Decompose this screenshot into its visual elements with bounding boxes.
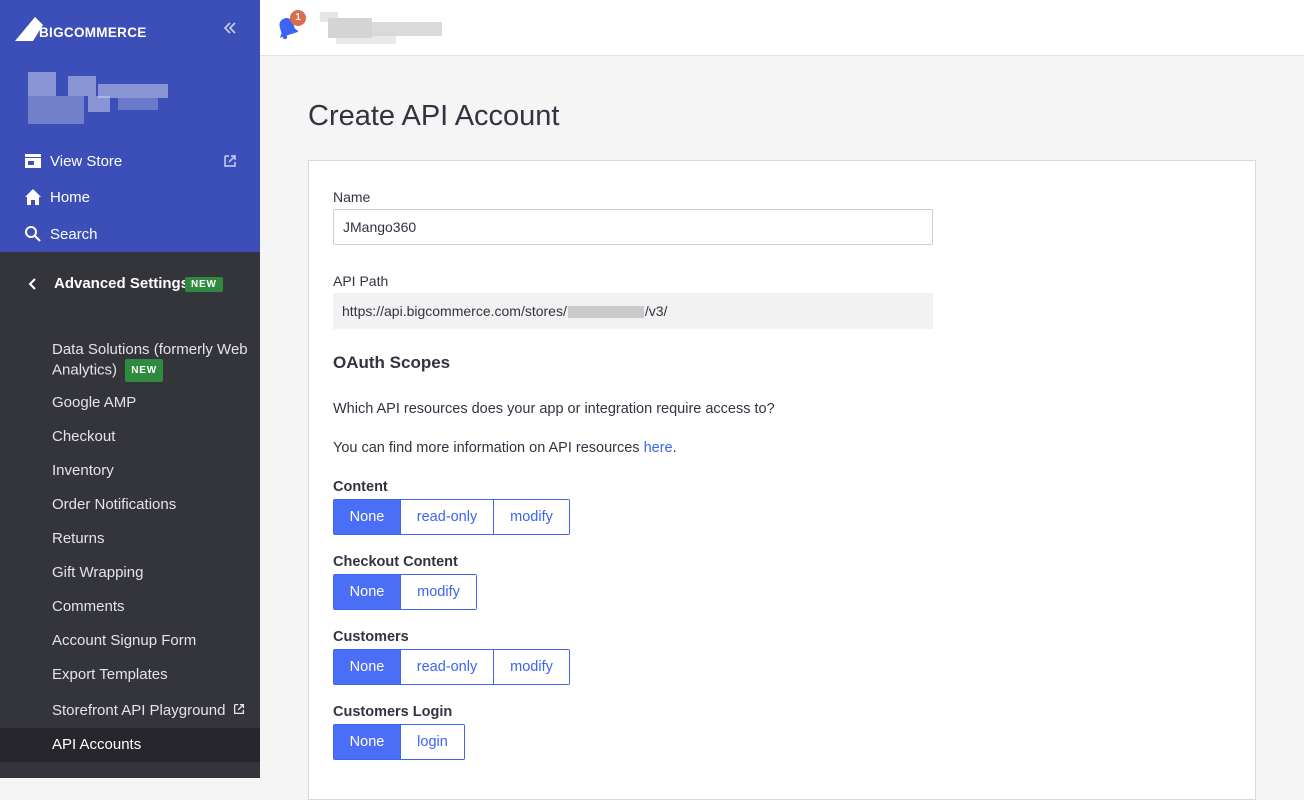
page-title: Create API Account [308, 100, 560, 132]
sidebar-section-advanced-settings[interactable]: Advanced Settings NEW [0, 266, 260, 302]
info-period: . [672, 440, 677, 456]
bigcommerce-logo[interactable]: BIGCOMMERCE [15, 15, 147, 43]
oauth-scopes-title: OAuth Scopes [333, 353, 451, 372]
api-path-field: https://api.bigcommerce.com/stores/ /v3/ [333, 293, 933, 329]
scope-option-login[interactable]: login [400, 725, 464, 759]
collapse-sidebar-button[interactable] [220, 20, 240, 40]
sidebar-item-api-accounts[interactable]: API Accounts [52, 736, 252, 753]
new-badge: NEW [185, 277, 223, 292]
external-link-icon [233, 703, 244, 715]
api-resources-link[interactable]: here [644, 440, 673, 456]
scope-option-none[interactable]: None [334, 650, 400, 684]
name-label: Name [333, 189, 371, 205]
sidebar-header: BIGCOMMERCE View Store Home Search [0, 0, 260, 252]
sidebar-item-search[interactable]: Search [0, 219, 260, 249]
double-chevron-left-icon [223, 22, 236, 34]
sidebar-item-comments[interactable]: Comments [52, 598, 252, 615]
sidebar-item-view-store[interactable]: View Store [0, 146, 260, 176]
logo-text: BIGCOMMERCE [39, 25, 147, 40]
scope-option-none[interactable]: None [334, 500, 400, 534]
scopes-info: You can find more information on API res… [333, 440, 677, 456]
scope-selector-customers: None read-only modify [333, 649, 570, 685]
scope-label-customers: Customers [333, 629, 409, 645]
scope-option-modify[interactable]: modify [400, 575, 476, 609]
sidebar-item-label: Search [50, 225, 98, 243]
scope-option-read-only[interactable]: read-only [400, 650, 493, 684]
search-icon [25, 226, 41, 242]
new-badge: NEW [125, 359, 163, 382]
external-link-icon[interactable] [222, 153, 238, 169]
scope-selector-content: None read-only modify [333, 499, 570, 535]
chevron-left-icon [28, 278, 36, 290]
user-name-redacted [320, 12, 442, 44]
sidebar-item-inventory[interactable]: Inventory [52, 462, 252, 479]
sidebar-item-checkout[interactable]: Checkout [52, 428, 252, 445]
home-icon [25, 189, 41, 205]
scopes-question: Which API resources does your app or int… [333, 401, 775, 417]
topbar: 1 [260, 0, 1304, 56]
scope-label-checkout-content: Checkout Content [333, 554, 458, 570]
scope-option-none[interactable]: None [334, 725, 400, 759]
sidebar: BIGCOMMERCE View Store Home Search Advan… [0, 0, 260, 778]
scope-label-content: Content [333, 479, 388, 495]
api-path-label: API Path [333, 273, 389, 289]
sidebar-item-account-signup-form[interactable]: Account Signup Form [52, 632, 252, 649]
sidebar-item-home[interactable]: Home [0, 182, 260, 212]
api-path-suffix: /v3/ [644, 303, 668, 319]
scope-option-modify[interactable]: modify [493, 500, 569, 534]
scope-selector-checkout-content: None modify [333, 574, 477, 610]
api-path-prefix: https://api.bigcommerce.com/stores/ [342, 303, 567, 319]
sidebar-item-label: View Store [50, 152, 123, 170]
section-label: Advanced Settings [54, 275, 190, 292]
scope-selector-customers-login: None login [333, 724, 465, 760]
sidebar-item-export-templates[interactable]: Export Templates [52, 666, 252, 683]
create-api-account-form: Name API Path https://api.bigcommerce.co… [308, 160, 1256, 800]
sidebar-item-order-notifications[interactable]: Order Notifications [52, 496, 252, 513]
info-text: You can find more information on API res… [333, 440, 644, 456]
scope-option-none[interactable]: None [334, 575, 400, 609]
sidebar-item-returns[interactable]: Returns [52, 530, 252, 547]
sidebar-item-label: Home [50, 188, 91, 206]
scope-label-customers-login: Customers Login [333, 704, 453, 720]
sidebar-item-label: Storefront API Playground [52, 702, 226, 719]
notification-count-badge: 1 [290, 10, 306, 26]
sidebar-item-gift-wrapping[interactable]: Gift Wrapping [52, 564, 252, 581]
scope-option-read-only[interactable]: read-only [400, 500, 493, 534]
sidebar-item-google-amp[interactable]: Google AMP [52, 394, 252, 411]
sidebar-item-storefront-api-playground[interactable]: Storefront API Playground [52, 702, 252, 719]
store-hash-redacted [567, 306, 644, 319]
scope-option-modify[interactable]: modify [493, 650, 569, 684]
storefront-icon [25, 154, 41, 168]
sidebar-item-data-solutions[interactable]: Data Solutions (formerly Web Analytics) … [52, 340, 252, 382]
store-name-redacted [28, 72, 183, 124]
name-input[interactable] [333, 209, 933, 245]
